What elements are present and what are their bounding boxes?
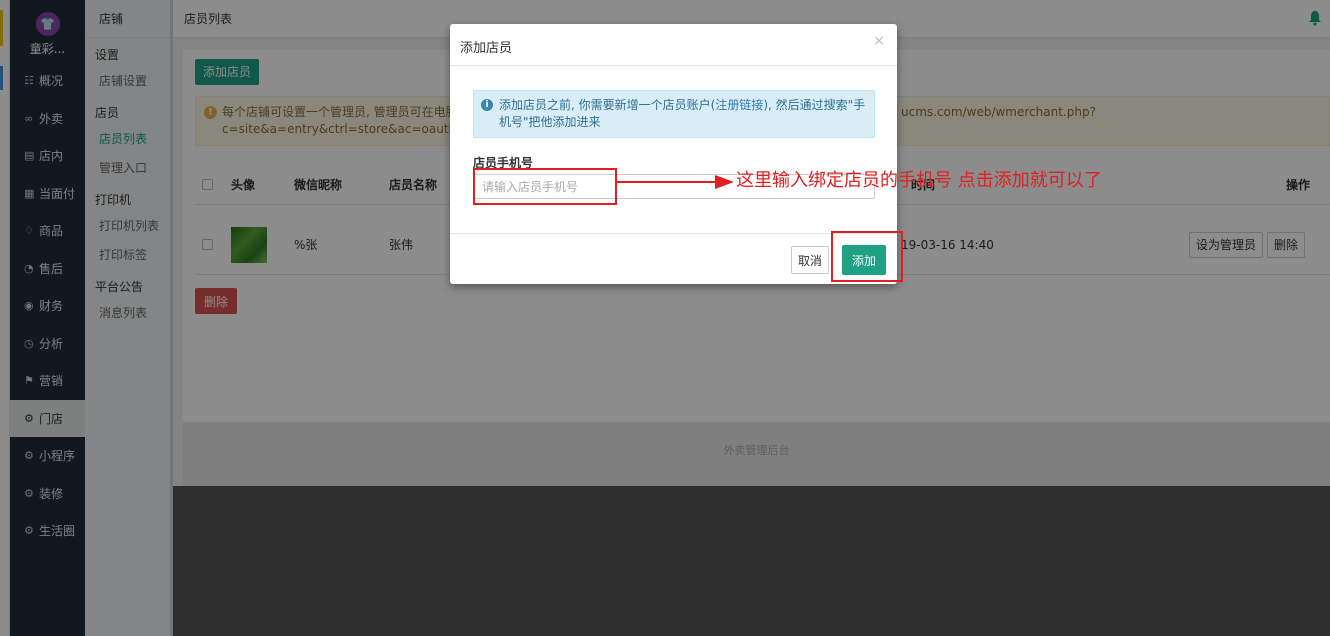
register-link[interactable]: 注册链接 (715, 98, 763, 112)
info-icon: i (481, 99, 493, 111)
annotation-highlight-input (473, 168, 617, 205)
add-staff-modal: 添加店员 × i 添加店员之前, 你需要新增一个店员账户(注册链接), 然后通过… (450, 24, 897, 284)
modal-header: 添加店员 × (450, 24, 897, 66)
annotation-arrow-icon (617, 175, 734, 189)
annotation-text: 这里输入绑定店员的手机号 点击添加就可以了 (736, 170, 1102, 191)
annotation-highlight-add (831, 231, 903, 282)
close-icon[interactable]: × (873, 33, 885, 49)
modal-footer: 取消 添加 (450, 233, 897, 284)
modal-title: 添加店员 (460, 41, 513, 56)
info-alert: i 添加店员之前, 你需要新增一个店员账户(注册链接), 然后通过搜索"手机号"… (473, 90, 875, 138)
cancel-button[interactable]: 取消 (791, 246, 830, 274)
info-prefix: 添加店员之前, 你需要新增一个店员账户( (499, 98, 716, 112)
